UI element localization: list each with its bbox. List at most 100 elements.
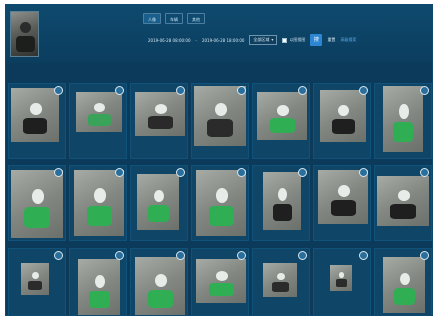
result-card[interactable] [313, 165, 371, 241]
result-card[interactable] [69, 248, 127, 315]
result-card[interactable] [191, 248, 249, 315]
result-thumbnail[interactable] [194, 86, 246, 146]
similarity-badge-icon[interactable] [237, 251, 246, 260]
query-image[interactable] [10, 11, 39, 57]
similarity-badge-icon[interactable] [359, 251, 368, 260]
similarity-badge-icon[interactable] [298, 86, 307, 95]
result-thumbnail[interactable] [76, 92, 122, 132]
result-thumbnail[interactable] [135, 92, 185, 136]
similarity-badge-icon[interactable] [420, 168, 429, 177]
bike-shape [147, 290, 173, 308]
similarity-badge-icon[interactable] [359, 86, 368, 95]
result-card[interactable] [252, 248, 310, 315]
result-card[interactable] [69, 165, 127, 241]
image-search-checkbox[interactable]: 以图搜图 [282, 37, 305, 43]
similarity-badge-icon[interactable] [420, 86, 429, 95]
bike-shape [207, 119, 233, 137]
result-thumbnail[interactable] [330, 265, 352, 291]
bike-shape [87, 114, 111, 126]
advanced-search-link[interactable]: 高级搜索 [340, 37, 356, 43]
result-card[interactable] [130, 165, 188, 241]
result-thumbnail[interactable] [74, 170, 124, 236]
rider-shape [399, 272, 410, 285]
similarity-badge-icon[interactable] [54, 86, 63, 95]
result-card[interactable] [191, 83, 249, 159]
bike-shape [88, 290, 110, 309]
similarity-badge-icon[interactable] [115, 86, 124, 95]
similarity-badge-icon[interactable] [176, 251, 185, 260]
similarity-badge-icon[interactable] [420, 251, 429, 260]
similarity-badge-icon[interactable] [115, 168, 124, 177]
similarity-badge-icon[interactable] [359, 168, 368, 177]
bike-shape [271, 281, 289, 292]
similarity-badge-icon[interactable] [176, 86, 185, 95]
result-card[interactable] [313, 248, 371, 315]
result-thumbnail[interactable] [383, 86, 423, 152]
checkbox-box[interactable] [282, 37, 288, 43]
rider-shape [277, 105, 289, 116]
result-card[interactable] [374, 83, 432, 159]
tab-person[interactable]: 人像 [143, 13, 161, 24]
result-card[interactable] [374, 165, 432, 241]
result-card[interactable] [252, 165, 310, 241]
area-select[interactable]: 全部区域 ▾ [249, 35, 278, 45]
tab-other[interactable]: 其他 [187, 13, 205, 24]
result-card[interactable] [130, 83, 188, 159]
result-thumbnail[interactable] [11, 170, 63, 238]
bike-shape [86, 206, 112, 227]
rider-shape [338, 272, 345, 278]
bike-shape [335, 279, 347, 288]
result-card[interactable] [8, 248, 66, 315]
search-header: 人像 车辆 其他 2019-06-28 08:00:00 - 2019-06-2… [6, 5, 432, 63]
result-row [8, 165, 432, 241]
similarity-badge-icon[interactable] [298, 168, 307, 177]
result-thumbnail[interactable] [137, 174, 179, 230]
end-time-field[interactable]: 2019-06-28 18:00:00 [202, 38, 244, 43]
rider-shape [399, 104, 409, 119]
bike-shape [330, 199, 356, 216]
result-row [8, 248, 432, 315]
result-thumbnail[interactable] [320, 90, 366, 142]
result-thumbnail[interactable] [21, 263, 49, 295]
rider-shape [338, 104, 350, 116]
result-card[interactable] [374, 248, 432, 315]
similarity-badge-icon[interactable] [237, 86, 246, 95]
result-thumbnail[interactable] [377, 176, 429, 226]
result-thumbnail[interactable] [11, 88, 59, 142]
rider-shape [278, 188, 288, 201]
result-card[interactable] [8, 165, 66, 241]
result-thumbnail[interactable] [78, 259, 120, 315]
result-card[interactable] [191, 165, 249, 241]
similarity-badge-icon[interactable] [54, 251, 63, 260]
tab-bar: 人像 车辆 其他 [143, 13, 205, 24]
result-thumbnail[interactable] [135, 257, 185, 315]
start-time-field[interactable]: 2019-06-28 08:00:00 [148, 38, 190, 43]
result-card[interactable] [313, 83, 371, 159]
reset-button[interactable]: 重置 [327, 37, 335, 43]
result-thumbnail[interactable] [196, 170, 246, 236]
result-thumbnail[interactable] [257, 92, 307, 140]
bike-shape [390, 203, 416, 219]
rider-shape [94, 188, 106, 203]
similarity-badge-icon[interactable] [237, 168, 246, 177]
result-thumbnail[interactable] [383, 257, 425, 313]
result-thumbnail[interactable] [318, 170, 368, 224]
bike-shape [208, 206, 234, 227]
result-card[interactable] [130, 248, 188, 315]
similarity-badge-icon[interactable] [54, 168, 63, 177]
similarity-badge-icon[interactable] [298, 251, 307, 260]
similarity-badge-icon[interactable] [115, 251, 124, 260]
result-card[interactable] [8, 83, 66, 159]
bike-shape [147, 204, 169, 222]
rider-shape [216, 188, 228, 203]
rider-shape [397, 190, 411, 201]
similarity-badge-icon[interactable] [176, 168, 185, 177]
tab-vehicle[interactable]: 车辆 [165, 13, 183, 24]
area-select-value: 全部区域 [253, 37, 270, 42]
result-card[interactable] [252, 83, 310, 159]
result-thumbnail[interactable] [263, 172, 301, 230]
search-button[interactable]: 搜 [310, 34, 323, 46]
result-thumbnail[interactable] [263, 263, 297, 297]
result-card[interactable] [69, 83, 127, 159]
result-thumbnail[interactable] [196, 259, 246, 303]
